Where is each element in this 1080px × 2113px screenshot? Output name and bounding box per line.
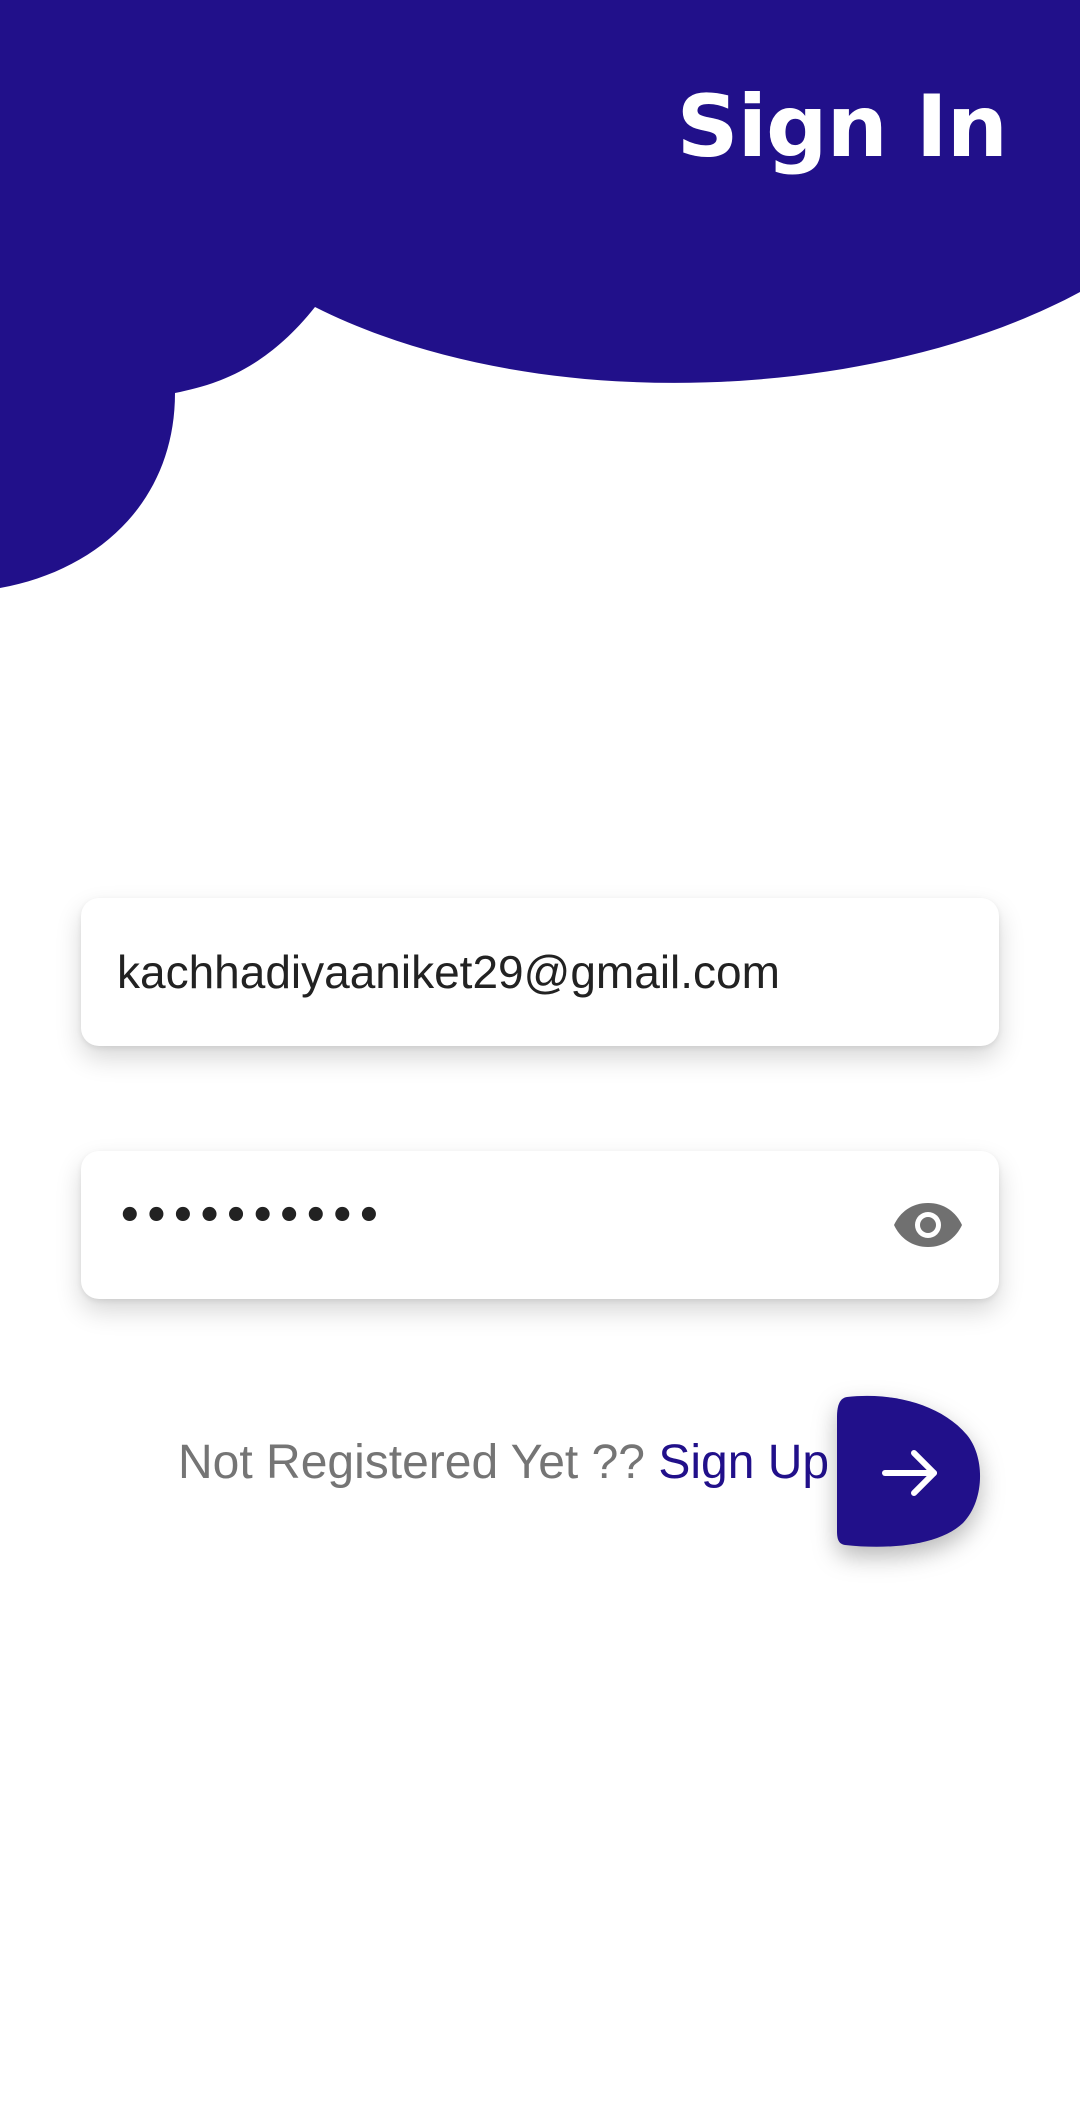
submit-button[interactable] xyxy=(835,1395,983,1550)
email-value[interactable]: kachhadiyaaniket29@gmail.com xyxy=(117,945,780,999)
signup-link[interactable]: Sign Up xyxy=(658,1436,829,1489)
password-field[interactable]: •••••••••• xyxy=(81,1151,999,1299)
email-field[interactable]: kachhadiyaaniket29@gmail.com xyxy=(81,898,999,1046)
signup-prompt: Not Registered Yet ?? xyxy=(178,1436,659,1489)
signup-row: Not Registered Yet ?? Sign Up xyxy=(178,1434,829,1492)
password-value[interactable]: •••••••••• xyxy=(117,1193,383,1239)
eye-icon[interactable] xyxy=(893,1200,963,1250)
page-title: Sign In xyxy=(676,77,1008,177)
